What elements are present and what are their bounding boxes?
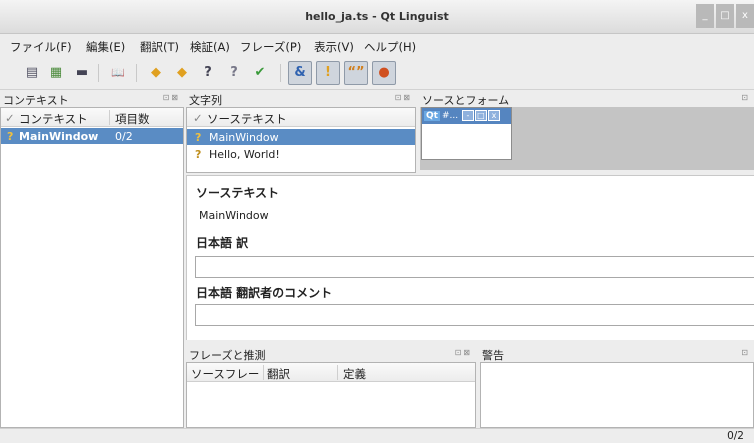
phrase-check-icon[interactable]: “” [344,61,368,85]
close-button[interactable]: x [736,4,754,28]
checkmark-icon: ✓ [5,111,15,125]
dock-float-close-icons[interactable]: ⊡⊠ [455,348,472,357]
warnings-dock-header: 警告 ⊡ [480,345,754,362]
done-next-icon[interactable]: ✔ [250,63,270,83]
preview-window-title: #... [441,111,459,121]
form-preview-window[interactable]: Qt #... - □ x [421,107,512,160]
strings-dock-header: 文字列 ⊡⊠ [186,90,416,107]
unfinished-icon: ? [7,130,14,143]
translation-heading: 日本語 訳 [196,236,249,250]
placemarker-check-icon[interactable]: ● [372,61,396,85]
qt-logo-icon: Qt [424,111,440,121]
progress-count: 0/2 [727,430,744,442]
table-row[interactable]: ? MainWindow [187,129,415,145]
unfinished-icon: ? [195,131,202,144]
dock-float-close-icons[interactable]: ⊡⊠ [395,93,412,102]
checkmark-icon: ✓ [193,111,203,125]
window-title: hello_ja.ts - Qt Linguist [305,10,449,23]
translation-input[interactable] [195,256,754,278]
sources-dock-title: ソースとフォーム [422,94,510,107]
column-header-source-text[interactable]: ソーステキスト [207,111,287,127]
toolbar-separator [280,64,281,82]
menu-view[interactable]: 表示(V) [314,39,354,55]
context-count: 0/2 [115,130,133,143]
maximize-button[interactable]: □ [716,4,734,28]
unfinished-icon: ? [195,148,202,161]
strings-list[interactable]: ✓ ソーステキスト ? MainWindow ? Hello, World! [186,107,416,173]
dock-float-icon[interactable]: ⊡ [741,348,750,357]
title-bar: hello_ja.ts - Qt Linguist _ □ x [0,0,754,34]
table-row[interactable]: ? Hello, World! [187,146,415,162]
translation-editor: ソーステキスト MainWindow 日本語 訳 日本語 翻訳者のコメント [186,175,754,340]
warnings-dock-title: 警告 [482,349,504,362]
string-text: Hello, World! [209,148,280,161]
accelerator-check-icon[interactable]: & [288,61,312,85]
context-dock-title: コンテキスト [3,94,69,107]
menu-help[interactable]: ヘルプ(H) [364,39,416,55]
column-header-source-phrase[interactable]: ソースフレー [191,366,259,382]
save-icon[interactable]: ▦ [46,63,66,83]
comment-input[interactable] [195,304,754,326]
context-list[interactable]: ✓ コンテキスト 項目数 ? MainWindow 0/2 [0,107,184,428]
prev-icon[interactable]: ◆ [146,63,166,83]
print-icon[interactable]: ▬ [72,63,92,83]
column-header-definition[interactable]: 定義 [343,366,366,382]
source-text: MainWindow [199,209,269,222]
string-text: MainWindow [209,131,279,144]
column-header-context[interactable]: コンテキスト [19,111,88,127]
toolbar-separator [136,64,137,82]
status-bar: 0/2 [0,428,754,443]
table-row[interactable]: ? MainWindow 0/2 [1,128,183,144]
prev-unfinished-icon[interactable]: ? [198,63,218,83]
menu-translate[interactable]: 翻訳(T) [140,39,179,55]
sources-dock-header: ソースとフォーム ⊡ [420,90,754,107]
menu-validate[interactable]: 検証(A) [190,39,230,55]
menu-edit[interactable]: 編集(E) [86,39,125,55]
minimize-button[interactable]: _ [696,4,714,28]
minimize-icon: - [461,110,474,121]
strings-dock-title: 文字列 [189,94,222,107]
phrases-table[interactable]: ソースフレー 翻訳 定義 [186,362,476,428]
column-header-count[interactable]: 項目数 [115,111,150,127]
menu-phrases[interactable]: フレーズ(P) [240,39,301,55]
comment-heading: 日本語 翻訳者のコメント [196,286,333,300]
phrasebook-icon[interactable]: 📖 [108,63,128,83]
toolbar: ▤ ▦ ▬ 📖 ◆ ◆ ? ? ✔ & ! “” ● [0,56,754,90]
warnings-list[interactable] [480,362,754,428]
dock-float-close-icons[interactable]: ⊡⊠ [163,93,180,102]
column-header-translation[interactable]: 翻訳 [267,366,290,382]
open-icon[interactable]: ▤ [22,63,42,83]
phrases-dock-title: フレーズと推測 [189,349,266,362]
next-icon[interactable]: ◆ [172,63,192,83]
phrases-dock-header: フレーズと推測 ⊡⊠ [186,345,476,362]
toolbar-separator [98,64,99,82]
context-dock-header: コンテキスト ⊡⊠ [0,90,184,107]
dock-float-icon[interactable]: ⊡ [741,93,750,102]
close-icon: x [487,110,500,121]
source-text-heading: ソーステキスト [196,186,280,200]
next-unfinished-icon[interactable]: ? [224,63,244,83]
punctuation-check-icon[interactable]: ! [316,61,340,85]
menu-file[interactable]: ファイル(F) [10,39,72,55]
menu-bar: ファイル(F) 編集(E) 翻訳(T) 検証(A) フレーズ(P) 表示(V) … [0,34,754,56]
context-name: MainWindow [19,130,99,143]
maximize-icon: □ [474,110,487,121]
